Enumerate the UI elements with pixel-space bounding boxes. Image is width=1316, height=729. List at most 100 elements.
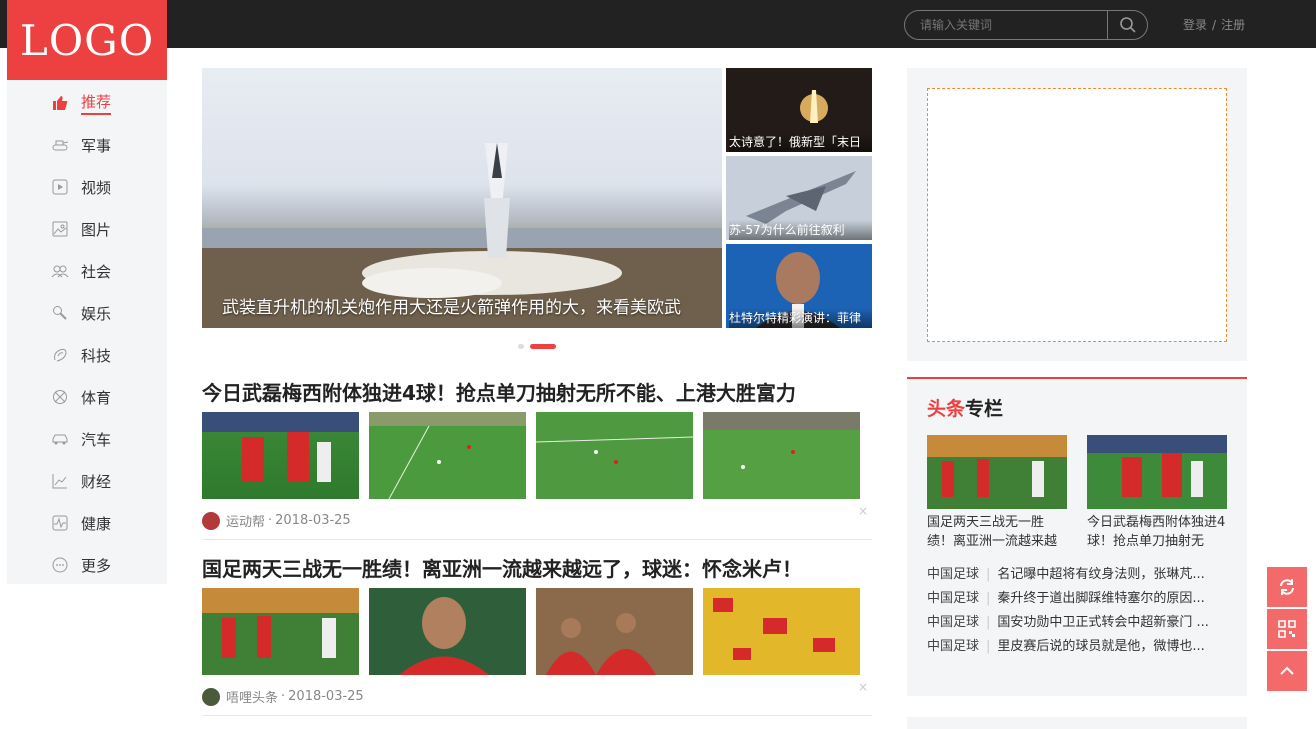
search-icon: [1119, 17, 1136, 33]
article-thumbnail[interactable]: [202, 412, 359, 499]
sidebar-item-health[interactable]: 健康: [7, 502, 167, 544]
main-feed: 武装直升机的机关炮作用大还是火箭弹作用的大，来看美欧武 太诗意了！俄新型「末日 …: [202, 68, 872, 716]
logo[interactable]: LOGO: [7, 0, 167, 80]
source-avatar: [202, 511, 220, 530]
article-thumbnails: [202, 588, 872, 675]
column-link[interactable]: 中国足球 | 国安功勋中卫正式转会中超新豪门 ...: [927, 611, 1227, 635]
login-link[interactable]: 登录: [1183, 18, 1207, 32]
column-link[interactable]: 中国足球 | 名记曝中超将有纹身法则，张琳芃...: [927, 563, 1227, 587]
link-divider: |: [986, 591, 991, 606]
link-divider: |: [986, 615, 991, 630]
link-tag: 中国足球: [927, 591, 980, 606]
chart-icon: [51, 472, 69, 490]
sidebar-nav: 推荐 军事 视频 图片 社会 娱乐 科技 体育 汽车 财经 健康 更多: [7, 80, 167, 584]
link-text: 国安功勋中卫正式转会中超新豪门 ...: [997, 615, 1209, 630]
sidebar-item-label: 军事: [81, 136, 112, 155]
tech-icon: [51, 346, 69, 364]
back-to-top-button[interactable]: [1267, 651, 1307, 691]
article-thumbnail[interactable]: [369, 588, 526, 675]
tank-icon: [51, 136, 69, 154]
search-button[interactable]: [1107, 11, 1147, 39]
image-icon: [51, 220, 69, 238]
article-thumbnail[interactable]: [536, 588, 693, 675]
column-card[interactable]: 今日武磊梅西附体独进4球！抢点单刀抽射无: [1087, 435, 1227, 551]
thumbs-up-icon: [51, 94, 69, 112]
sidebar-item-pictures[interactable]: 图片: [7, 208, 167, 250]
article-title[interactable]: 今日武磊梅西附体独进4球！抢点单刀抽射无所不能、上港大胜富力: [202, 378, 872, 408]
sidebar-item-label: 娱乐: [81, 304, 112, 323]
featured-column: 头条 专栏 国足两天三战无一胜绩！离亚洲一流越来越 今日武磊梅西附体独进4球！抢点…: [907, 377, 1247, 696]
column-card-title: 国足两天三战无一胜绩！离亚洲一流越来越: [927, 515, 1058, 549]
sidebar-item-military[interactable]: 军事: [7, 124, 167, 166]
sidebar-item-label: 健康: [81, 514, 112, 533]
article-source[interactable]: 运动帮: [226, 511, 265, 530]
dismiss-button[interactable]: ×: [858, 680, 868, 694]
dismiss-button[interactable]: ×: [858, 504, 868, 518]
right-sidebar: 头条 专栏 国足两天三战无一胜绩！离亚洲一流越来越 今日武磊梅西附体独进4球！抢点…: [907, 68, 1247, 696]
column-card[interactable]: 国足两天三战无一胜绩！离亚洲一流越来越: [927, 435, 1067, 551]
carousel-side-slide-2[interactable]: 苏-57为什么前往叙利: [726, 156, 872, 240]
article-thumbnail[interactable]: [536, 412, 693, 499]
video-icon: [51, 178, 69, 196]
link-divider: |: [986, 567, 991, 582]
ad-panel: [907, 68, 1247, 361]
carousel-dot[interactable]: [518, 343, 524, 349]
next-panel: [907, 717, 1247, 729]
article-thumbnails: [202, 412, 872, 499]
sidebar-item-society[interactable]: 社会: [7, 250, 167, 292]
qrcode-icon: [1278, 620, 1296, 638]
carousel-main-slide[interactable]: 武装直升机的机关炮作用大还是火箭弹作用的大，来看美欧武: [202, 68, 722, 328]
column-title: 头条 专栏: [927, 379, 1227, 435]
heartbeat-icon: [51, 514, 69, 532]
auth-separator: /: [1212, 18, 1217, 32]
link-text: 名记曝中超将有纹身法则，张琳芃...: [997, 567, 1205, 582]
sidebar-item-auto[interactable]: 汽车: [7, 418, 167, 460]
carousel-side-slide-1[interactable]: 太诗意了！俄新型「末日: [726, 68, 872, 152]
article-thumbnail[interactable]: [202, 588, 359, 675]
people-icon: [51, 262, 69, 280]
ad-slot[interactable]: [927, 88, 1227, 342]
sidebar-item-label: 更多: [81, 556, 112, 575]
carousel: 武装直升机的机关炮作用大还是火箭弹作用的大，来看美欧武 太诗意了！俄新型「末日 …: [202, 68, 872, 328]
link-tag: 中国足球: [927, 615, 980, 630]
search-input[interactable]: [905, 11, 1107, 39]
column-cards: 国足两天三战无一胜绩！离亚洲一流越来越 今日武磊梅西附体独进4球！抢点单刀抽射无: [927, 435, 1227, 551]
column-link[interactable]: 中国足球 | 里皮赛后说的球员就是他，微博也...: [927, 635, 1227, 659]
article-title[interactable]: 国足两天三战无一胜绩！离亚洲一流越来越远了，球迷：怀念米卢！: [202, 554, 872, 584]
sidebar-item-recommend[interactable]: 推荐: [7, 82, 167, 124]
more-icon: [51, 556, 69, 574]
qrcode-button[interactable]: [1267, 609, 1307, 649]
sidebar-item-label: 推荐: [81, 91, 112, 115]
chevron-up-icon: [1280, 666, 1294, 675]
article-thumbnail[interactable]: [369, 412, 526, 499]
carousel-dot-active[interactable]: [530, 343, 556, 349]
column-title-red: 头条: [927, 397, 966, 420]
basketball-icon: [51, 388, 69, 406]
sidebar-item-video[interactable]: 视频: [7, 166, 167, 208]
sidebar-item-label: 视频: [81, 178, 112, 197]
register-link[interactable]: 注册: [1221, 18, 1245, 32]
column-card-image: [1087, 435, 1227, 509]
article-thumbnail[interactable]: [703, 412, 860, 499]
column-card-title: 今日武磊梅西附体独进4球！抢点单刀抽射无: [1087, 515, 1226, 549]
car-icon: [51, 430, 69, 448]
carousel-side-caption: 杜特尔特精彩演讲：菲律: [729, 308, 872, 328]
column-link[interactable]: 中国足球 | 秦升终于道出脚踩维特塞尔的原因...: [927, 587, 1227, 611]
refresh-button[interactable]: [1267, 567, 1307, 607]
sidebar-item-sports[interactable]: 体育: [7, 376, 167, 418]
article-thumbnail[interactable]: [703, 588, 860, 675]
meta-dot: ·: [268, 513, 273, 528]
carousel-side-caption: 太诗意了！俄新型「末日: [729, 132, 872, 152]
carousel-side-slide-3[interactable]: 杜特尔特精彩演讲：菲律: [726, 244, 872, 328]
article-source[interactable]: 唔哩头条: [226, 687, 278, 706]
column-title-black: 专栏: [965, 397, 1004, 420]
link-tag: 中国足球: [927, 567, 980, 582]
carousel-side-caption: 苏-57为什么前往叙利: [729, 220, 872, 240]
sidebar-item-entertainment[interactable]: 娱乐: [7, 292, 167, 334]
sidebar-item-more[interactable]: 更多: [7, 544, 167, 586]
column-link-list: 中国足球 | 名记曝中超将有纹身法则，张琳芃... 中国足球 | 秦升终于道出脚踩维特塞…: [927, 563, 1227, 659]
sidebar-item-tech[interactable]: 科技: [7, 334, 167, 376]
microphone-icon: [51, 304, 69, 322]
source-avatar: [202, 687, 220, 706]
sidebar-item-finance[interactable]: 财经: [7, 460, 167, 502]
